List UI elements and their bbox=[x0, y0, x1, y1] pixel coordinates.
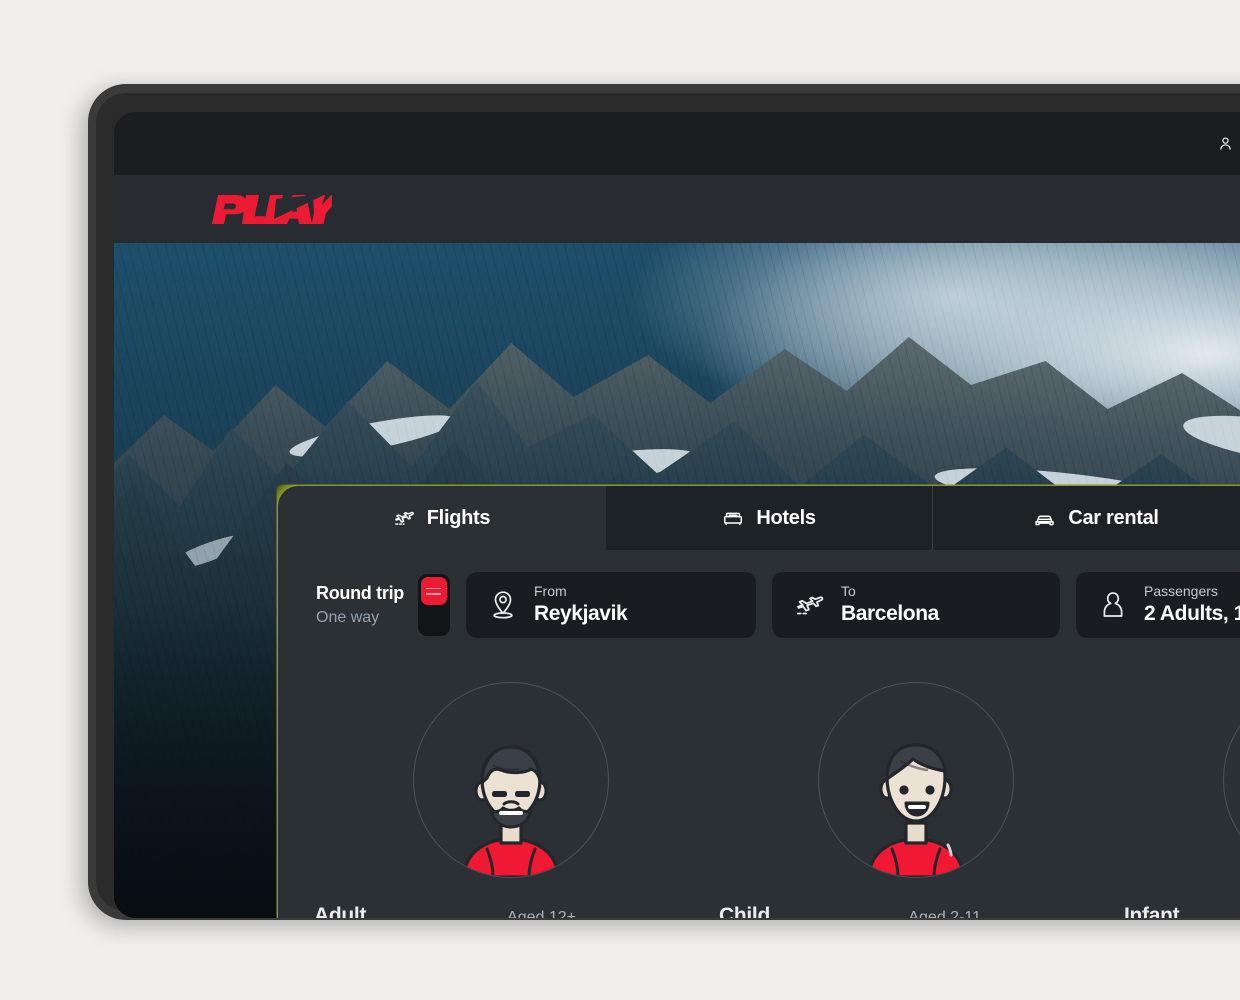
search-panel: Flights Hotels Car rental Round trip One… bbox=[277, 485, 1240, 918]
field-passengers-text: Passengers 2 Adults, 1 Child bbox=[1144, 582, 1240, 627]
user-icon bbox=[1217, 135, 1234, 152]
field-to-value: Barcelona bbox=[840, 602, 939, 626]
bed-icon bbox=[722, 507, 744, 529]
myplay-link[interactable]: MyPlay bbox=[1217, 135, 1240, 152]
field-to-label: To bbox=[840, 583, 856, 600]
trip-type-labels: Round trip One way bbox=[316, 580, 404, 629]
trip-type-toggle[interactable] bbox=[417, 574, 450, 636]
field-from-text: From Reykjavik bbox=[533, 582, 628, 627]
utility-bar: MyPlay S bbox=[114, 112, 1240, 175]
passenger-card-child[interactable]: Child Aged 2-11 bbox=[713, 668, 1118, 918]
plane-icon bbox=[794, 590, 825, 621]
user-icon bbox=[1098, 589, 1128, 621]
field-to[interactable]: To Barcelona bbox=[771, 572, 1060, 638]
tab-hotels[interactable]: Hotels bbox=[606, 486, 933, 550]
passenger-card-adult[interactable]: Adult Aged 12+ bbox=[308, 668, 713, 918]
location-pin-icon bbox=[488, 589, 518, 621]
trip-type-toggle-knob[interactable] bbox=[420, 577, 447, 605]
adult-avatar bbox=[412, 682, 609, 878]
trip-type-round-trip-label[interactable]: Round trip bbox=[316, 580, 404, 606]
header-bar: Online check-in bbox=[114, 175, 1240, 243]
passenger-meta-child: Child Aged 2-11 bbox=[715, 904, 985, 918]
tab-car-rental-label: Car rental bbox=[1068, 506, 1159, 529]
passenger-name-adult: Adult bbox=[314, 904, 367, 918]
passenger-name-child: Child bbox=[719, 904, 770, 918]
field-from[interactable]: From Reykjavik bbox=[465, 572, 756, 638]
field-from-value: Reykjavik bbox=[533, 602, 628, 626]
toggle-line bbox=[426, 587, 442, 589]
tab-flights-label: Flights bbox=[426, 506, 491, 529]
tab-flights[interactable]: Flights bbox=[278, 486, 606, 550]
field-from-label: From bbox=[533, 583, 567, 600]
search-form-row: Round trip One way From Reykjavik To Bar… bbox=[278, 550, 1240, 660]
play-logo[interactable] bbox=[210, 192, 343, 226]
car-icon bbox=[1033, 507, 1056, 530]
device-bezel: MyPlay S bbox=[96, 93, 1240, 918]
tab-car-rental[interactable]: Car rental bbox=[933, 486, 1240, 550]
passenger-age-adult: Aged 12+ bbox=[507, 909, 576, 918]
passenger-meta-infant: Infant Age: Under 2 bbox=[1120, 904, 1240, 918]
field-passengers-value: 2 Adults, 1 Child bbox=[1143, 602, 1240, 626]
toggle-line bbox=[426, 593, 442, 595]
passenger-name-infant: Infant bbox=[1124, 904, 1180, 918]
field-passengers-label: Passengers bbox=[1143, 583, 1218, 600]
tab-hotels-label: Hotels bbox=[756, 506, 816, 529]
infant-avatar bbox=[1222, 682, 1240, 878]
plane-icon bbox=[393, 507, 415, 529]
passenger-meta-adult: Adult Aged 12+ bbox=[310, 904, 580, 918]
device-screen: MyPlay S bbox=[114, 112, 1240, 918]
passenger-card-infant[interactable]: Infant Age: Under 2 bbox=[1118, 668, 1240, 918]
search-tab-bar: Flights Hotels Car rental bbox=[278, 486, 1240, 550]
field-to-text: To Barcelona bbox=[841, 582, 939, 627]
field-passengers[interactable]: Passengers 2 Adults, 1 Child bbox=[1075, 572, 1240, 638]
child-avatar bbox=[817, 682, 1014, 878]
passenger-type-grid: Adult Aged 12+ Child Aged 2-11 Infant bbox=[278, 660, 1240, 918]
passenger-age-child: Aged 2-11 bbox=[908, 909, 981, 918]
trip-type-selector[interactable]: Round trip One way bbox=[316, 574, 450, 636]
trip-type-one-way-label[interactable]: One way bbox=[316, 606, 404, 629]
device-frame: MyPlay S bbox=[88, 84, 1240, 920]
